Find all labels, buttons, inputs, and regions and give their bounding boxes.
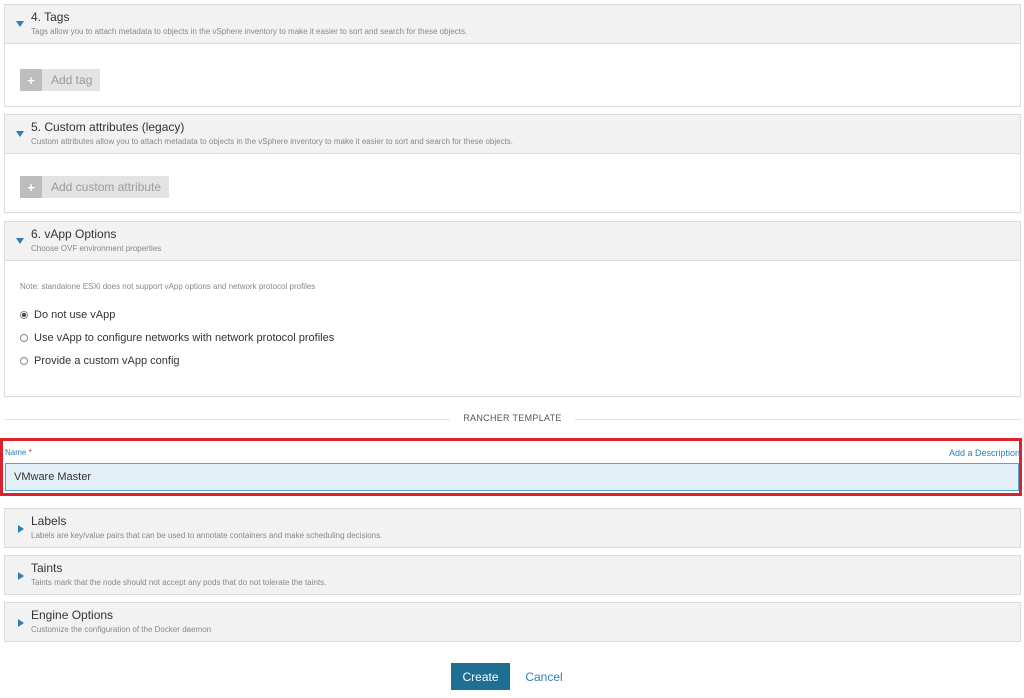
radio-do-not-use-vapp[interactable]: Do not use vApp [20,309,115,321]
labels-title: Labels [31,514,67,528]
radio-label: Use vApp to configure networks with netw… [34,332,335,344]
vapp-options-description: Choose OVF environment properties [31,244,162,253]
radio-selected-icon[interactable] [20,311,28,319]
cancel-button[interactable]: Cancel [518,663,570,690]
radio-unselected-icon[interactable] [20,357,28,365]
radio-label: Provide a custom vApp config [34,355,180,367]
engine-options-section[interactable]: Engine Options Customize the configurati… [4,602,1021,642]
chevron-down-icon[interactable] [16,238,24,244]
plus-icon: + [20,69,42,91]
tags-title: 4. Tags [31,10,70,24]
chevron-right-icon[interactable] [18,619,24,627]
name-input-value: VMware Master [14,471,92,483]
taints-section[interactable]: Taints Taints mark that the node should … [4,555,1021,595]
tags-panel: 4. Tags Tags allow you to attach metadat… [4,4,1021,107]
custom-attributes-header[interactable]: 5. Custom attributes (legacy) Custom att… [5,115,1020,154]
taints-title: Taints [31,561,63,575]
radio-label: Do not use vApp [34,309,116,321]
chevron-down-icon[interactable] [16,131,24,137]
add-tag-button[interactable]: + Add tag [20,69,101,91]
tags-header[interactable]: 4. Tags Tags allow you to attach metadat… [5,5,1020,44]
add-custom-attribute-button[interactable]: + Add custom attribute [20,176,170,198]
radio-custom-vapp-config[interactable]: Provide a custom vApp config [20,355,180,367]
name-input[interactable]: VMware Master [5,463,1019,491]
create-button[interactable]: Create [451,663,510,690]
chevron-down-icon[interactable] [16,21,24,27]
custom-attributes-description: Custom attributes allow you to attach me… [31,137,514,146]
labels-description: Labels are key/value pairs that can be u… [31,531,383,540]
add-tag-label: Add tag [51,73,93,87]
engine-options-title: Engine Options [31,608,114,622]
custom-attributes-panel: 5. Custom attributes (legacy) Custom att… [4,114,1021,213]
vapp-options-title: 6. vApp Options [31,227,117,241]
labels-section[interactable]: Labels Labels are key/value pairs that c… [4,508,1021,548]
add-custom-attribute-label: Add custom attribute [51,180,162,194]
radio-unselected-icon[interactable] [20,334,28,342]
vapp-options-panel: 6. vApp Options Choose OVF environment p… [4,221,1021,397]
required-mark: * [28,448,32,457]
custom-attributes-title: 5. Custom attributes (legacy) [31,120,185,134]
chevron-right-icon[interactable] [18,525,24,533]
vapp-note: Note: standalone ESXi does not support v… [20,282,316,291]
add-description-link[interactable]: Add a Description [949,448,1020,458]
taints-description: Taints mark that the node should not acc… [31,578,327,587]
plus-icon: + [20,176,42,198]
tags-description: Tags allow you to attach metadata to obj… [31,27,468,36]
engine-options-description: Customize the configuration of the Docke… [31,625,212,634]
rancher-template-heading: RANCHER TEMPLATE [450,413,575,423]
vapp-options-header[interactable]: 6. vApp Options Choose OVF environment p… [5,222,1020,261]
name-label: Name * [5,448,32,457]
name-label-text: Name [5,448,27,457]
chevron-right-icon[interactable] [18,572,24,580]
radio-use-vapp-network-profiles[interactable]: Use vApp to configure networks with netw… [20,332,334,344]
